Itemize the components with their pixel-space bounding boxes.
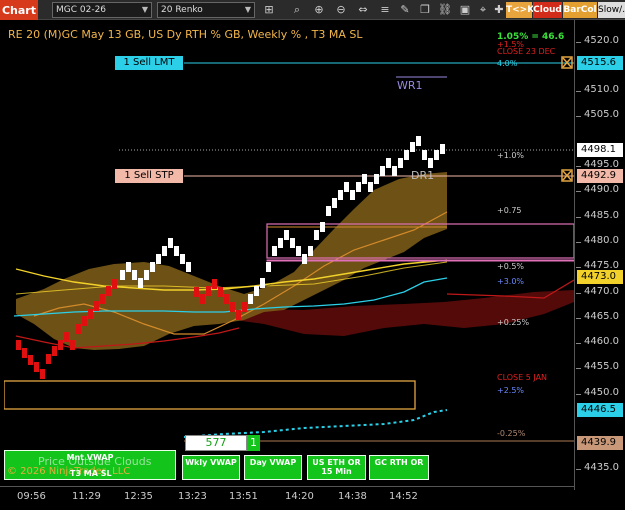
price-tick-mark (576, 116, 581, 117)
time-tick: 14:52 (389, 491, 418, 502)
zoom-out-icon[interactable]: ⊖ (334, 2, 348, 18)
price-tick: 4455.0 (584, 361, 619, 372)
price-tick: 4480.0 (584, 235, 619, 246)
price-tick: 4460.0 (584, 336, 619, 347)
bar-type-value: 20 Renko (161, 5, 203, 15)
bar-spacing-icon[interactable]: ⊞ (262, 2, 276, 18)
price-tick-mark (576, 469, 581, 470)
time-tick: 13:51 (229, 491, 258, 502)
screenshot-icon[interactable]: ▣ (458, 2, 472, 18)
bar-type-selector[interactable]: 20 Renko ▼ (157, 2, 255, 18)
us-eth-or-button[interactable]: US ETH OR 15 Min (307, 455, 366, 480)
pct-0-5-label: +0.5% (497, 262, 525, 271)
time-tick: 11:29 (72, 491, 101, 502)
pencil-icon[interactable]: ✎ (398, 2, 412, 18)
pct-0-25-label: +0.25% (497, 318, 530, 327)
price-tick-mark (576, 394, 581, 395)
price-chart[interactable] (4, 24, 574, 486)
price-tick: 4520.0 (584, 35, 619, 46)
price-tick-mark (576, 343, 581, 344)
instrument-selector[interactable]: MGC 02-26 ▼ (52, 2, 152, 18)
cloud-toggle-button[interactable]: Cloud (533, 2, 562, 18)
price-tick-mark (576, 217, 581, 218)
close-5jan-label: CLOSE 5 JAN (497, 373, 548, 382)
time-tick: 12:35 (124, 491, 153, 502)
price-tick: 4465.0 (584, 311, 619, 322)
price-tick-mark (576, 42, 581, 43)
ma-price-tag: 4473.0 (577, 270, 623, 284)
properties-icon[interactable]: ≡ (378, 2, 392, 18)
price-tick-mark (576, 91, 581, 92)
counter-tab[interactable]: 1 (247, 435, 260, 451)
price-tick: 4505.0 (584, 109, 619, 120)
t3-ma-sl-label: T3 MA SL (70, 469, 112, 478)
price-tick: 4485.0 (584, 210, 619, 221)
pct-4-0-label: 4.0% (497, 59, 518, 68)
pct-0-75-label: +0.75 (497, 206, 522, 215)
slow-toggle-button[interactable]: Slow/… (598, 2, 625, 18)
price-tick: 4510.0 (584, 84, 619, 95)
price-tick-mark (576, 293, 581, 294)
price-tick-mark (576, 242, 581, 243)
link-icon[interactable]: ⛓ (438, 2, 452, 18)
price-tick-mark (576, 267, 581, 268)
wr1-label: WR1 (397, 79, 423, 92)
sell-stop-order-label[interactable]: 1 Sell STP (115, 169, 183, 183)
stop-price-tag: 4492.9 (577, 169, 623, 183)
price-tick: 4450.0 (584, 387, 619, 398)
close-23dec-label: CLOSE 23 DEC (497, 47, 556, 56)
pct-neg-0-25-label: -0.25% (497, 429, 526, 438)
range-box-lower (266, 259, 574, 262)
chart-toolbar: Chart MGC 02-26 ▼ 20 Renko ▼ ⊞ ⌕ ⊕ ⊖ ⇔ ≡… (0, 0, 625, 20)
day-vwap-button[interactable]: Day VWAP (244, 455, 302, 480)
copyright-text: © 2026 NinjaTrader, LLC (7, 466, 131, 477)
vwap-dotted-line (183, 409, 448, 438)
price-tick-mark (576, 368, 581, 369)
magnifier-icon[interactable]: ⌕ (290, 2, 304, 18)
chart-title: RE 20 (M)GC May 13 GB, US Dy RTH % GB, W… (8, 28, 363, 41)
price-tick-mark (576, 318, 581, 319)
duplicate-icon[interactable]: ❐ (418, 2, 432, 18)
low-price-tag: 4439.9 (577, 436, 623, 450)
time-tick: 09:56 (17, 491, 46, 502)
time-tick: 14:20 (285, 491, 314, 502)
price-tick: 4490.0 (584, 184, 619, 195)
vwap-price-tag: 4446.5 (577, 403, 623, 417)
last-price-tag: 4498.1 (577, 143, 623, 157)
limit-price-tag: 4515.6 (577, 56, 623, 70)
time-tick: 13:23 (178, 491, 207, 502)
chart-trader-icon[interactable]: ⌖ (476, 2, 490, 18)
chart-tab[interactable]: Chart (0, 0, 38, 20)
pct-2-5-label: +2.5% (497, 386, 525, 395)
wkly-vwap-button[interactable]: Wkly VWAP (182, 455, 240, 480)
price-tick: 4435.0 (584, 462, 619, 473)
price-tick: 4470.0 (584, 286, 619, 297)
pct-1-0-label: +1.0% (497, 151, 525, 160)
chevron-down-icon: ▼ (141, 5, 148, 14)
gc-rth-or-button[interactable]: GC RTH OR (369, 455, 429, 480)
opening-range-box (4, 380, 416, 410)
column-width-icon[interactable]: ⇔ (356, 2, 370, 18)
tk-toggle-button[interactable]: T<>K (506, 2, 534, 18)
sell-limit-order-label[interactable]: 1 Sell LMT (115, 56, 183, 70)
barcol-toggle-button[interactable]: BarCol (563, 2, 597, 18)
instrument-value: MGC 02-26 (56, 5, 107, 15)
crosshair-icon[interactable]: ✚ (492, 2, 506, 18)
zoom-in-icon[interactable]: ⊕ (312, 2, 326, 18)
time-tick: 14:38 (338, 491, 367, 502)
price-tick-mark (576, 191, 581, 192)
dr1-label: DR1 (411, 169, 435, 182)
bar-counter: 577 (185, 435, 247, 451)
price-tick-mark (576, 166, 581, 167)
chevron-down-icon: ▼ (244, 5, 251, 14)
pct-3-0-label: +3.0% (497, 277, 525, 286)
